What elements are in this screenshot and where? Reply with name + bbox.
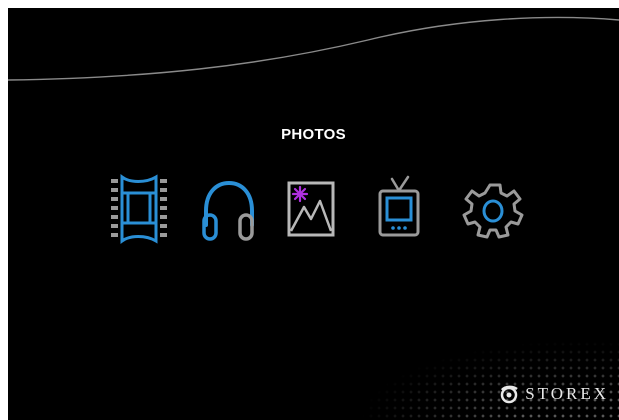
- film-strip-icon[interactable]: [108, 173, 178, 247]
- background-swoosh: [8, 16, 619, 81]
- photo-picture-icon[interactable]: [280, 173, 350, 247]
- main-menu-screen: PHOTOS STOREX: [8, 8, 619, 420]
- headphones-icon[interactable]: [194, 173, 264, 247]
- brand-name: STOREX: [525, 384, 609, 403]
- storex-logo-icon: [500, 385, 518, 404]
- tv-icon[interactable]: [366, 173, 436, 247]
- main-menu: [8, 173, 619, 253]
- selected-menu-title: PHOTOS: [281, 126, 346, 143]
- gear-icon[interactable]: [460, 173, 530, 247]
- storex-logo: STOREX: [499, 382, 609, 406]
- dotted-pattern: [359, 340, 619, 420]
